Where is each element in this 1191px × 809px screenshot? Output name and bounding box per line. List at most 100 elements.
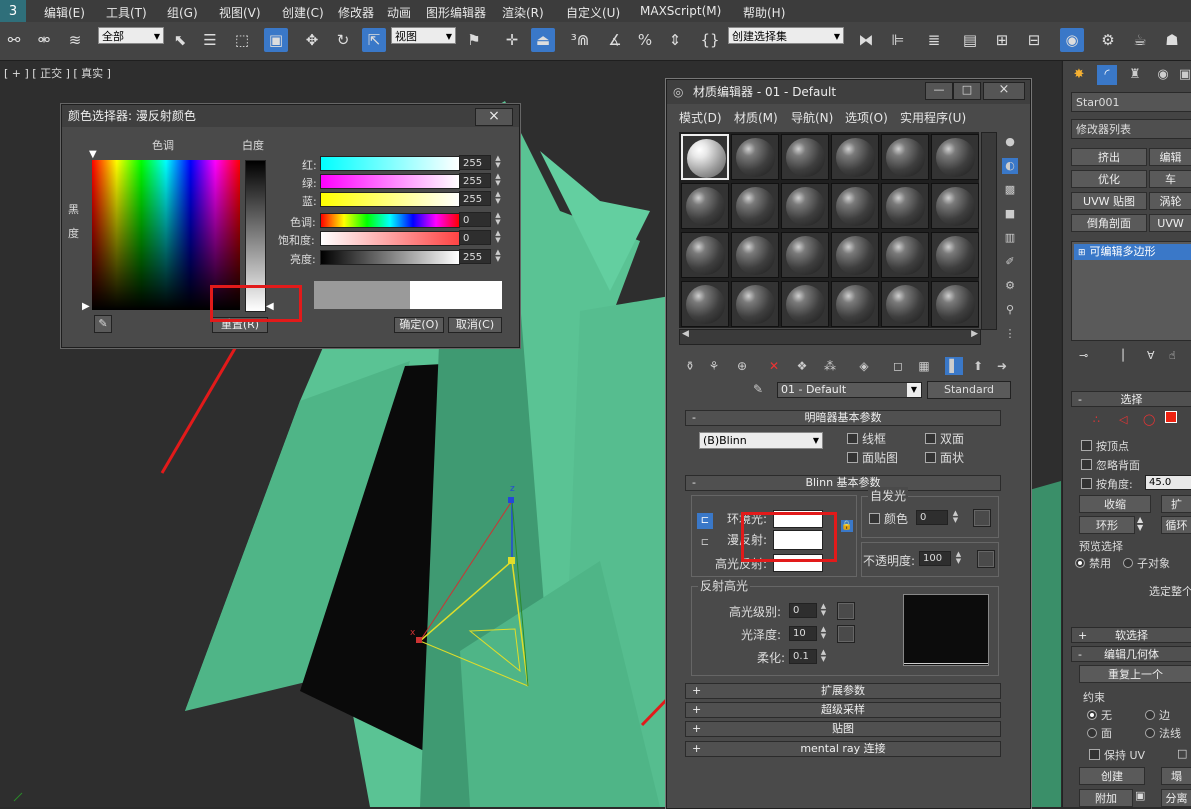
put-to-scene-icon[interactable]: ⚘ bbox=[705, 357, 723, 375]
preserve-uv-checkbox[interactable]: 保持 UV bbox=[1089, 747, 1145, 763]
put-to-library-icon[interactable]: ◈ bbox=[855, 357, 873, 375]
supersampling-rollout[interactable]: + 超级采样 bbox=[685, 702, 1001, 718]
uvw-map-button[interactable]: UVW 贴图 bbox=[1071, 192, 1147, 210]
angle-snap-icon[interactable]: ∡ bbox=[603, 28, 627, 52]
close-icon[interactable]: × bbox=[983, 82, 1025, 100]
value-slider[interactable] bbox=[320, 250, 460, 265]
menu-help[interactable]: 帮助(H) bbox=[743, 4, 785, 21]
spinner-icon[interactable]: ▲ ▼ bbox=[819, 603, 828, 618]
opacity-value[interactable]: 100 bbox=[919, 551, 951, 566]
self-illum-color-checkbox[interactable]: 颜色 bbox=[869, 510, 908, 527]
render-setup-icon[interactable]: ⚙ bbox=[1096, 28, 1120, 52]
constraint-none-radio[interactable]: 无 bbox=[1087, 707, 1112, 723]
ignore-backface-checkbox[interactable]: 忽略背面 bbox=[1081, 457, 1140, 473]
attach-button[interactable]: 附加 bbox=[1079, 789, 1133, 807]
blinn-params-rollout[interactable]: - Blinn 基本参数 bbox=[685, 475, 1001, 491]
spinner-icon[interactable]: ▲ ▼ bbox=[493, 155, 503, 170]
mental-ray-rollout[interactable]: + mental ray 连接 bbox=[685, 741, 1001, 757]
render-production-icon[interactable]: ☗ bbox=[1160, 28, 1184, 52]
border-mode-icon[interactable]: ◯ bbox=[1143, 413, 1155, 426]
menu-customize[interactable]: 自定义(U) bbox=[566, 4, 620, 21]
by-vertex-checkbox[interactable]: 按顶点 bbox=[1081, 438, 1129, 454]
blue-value[interactable]: 255 bbox=[459, 191, 491, 206]
material-navigator-icon[interactable]: ⋮ bbox=[1002, 326, 1018, 342]
opacity-map-button[interactable] bbox=[977, 550, 995, 568]
wire-checkbox[interactable]: 线框 bbox=[847, 430, 886, 447]
bind-space-warp-icon[interactable]: ≋ bbox=[63, 28, 87, 52]
menu-rendering[interactable]: 渲染(R) bbox=[502, 4, 544, 21]
green-slider[interactable] bbox=[320, 174, 460, 189]
menu-material[interactable]: 材质(M) bbox=[734, 109, 778, 126]
spinner-icon[interactable]: ▲ ▼ bbox=[493, 212, 503, 227]
rect-selection-icon[interactable]: ⬚ bbox=[230, 28, 254, 52]
keyboard-shortcut-icon[interactable]: ⏏ bbox=[531, 28, 555, 52]
sample-slot[interactable] bbox=[931, 232, 979, 278]
hue-value[interactable]: 0 bbox=[459, 212, 491, 227]
sample-slot[interactable] bbox=[731, 134, 779, 180]
sample-slot[interactable] bbox=[881, 232, 929, 278]
slots-scrollbar[interactable]: ◀ ▶ bbox=[679, 329, 981, 345]
optimize-button[interactable]: 优化 bbox=[1071, 170, 1147, 188]
lock-ambient-diffuse-icon[interactable]: ⊏ bbox=[697, 513, 713, 529]
rendered-frame-icon[interactable]: ☕ bbox=[1128, 28, 1152, 52]
go-to-parent-icon[interactable]: ⬆ bbox=[969, 357, 987, 375]
selection-rollout[interactable]: - 选择 bbox=[1071, 391, 1191, 407]
scale-icon[interactable]: ⇱ bbox=[362, 28, 386, 52]
select-manipulate-icon[interactable]: ✛ bbox=[500, 28, 524, 52]
percent-snap-icon[interactable]: % bbox=[633, 28, 657, 52]
menu-graph-editors[interactable]: 图形编辑器 bbox=[426, 4, 486, 21]
minimize-icon[interactable]: — bbox=[925, 82, 953, 100]
align-icon[interactable]: ⊫ bbox=[886, 28, 910, 52]
mirror-icon[interactable]: ⧓ bbox=[854, 28, 878, 52]
motion-tab-icon[interactable]: ◉ bbox=[1153, 65, 1173, 85]
spinner-icon[interactable]: ▲ ▼ bbox=[493, 249, 503, 264]
select-object-icon[interactable]: ⬉ bbox=[168, 28, 192, 52]
extended-params-rollout[interactable]: + 扩展参数 bbox=[685, 683, 1001, 699]
menu-create[interactable]: 创建(C) bbox=[282, 4, 324, 21]
material-name-field[interactable]: 01 - Default ▼ bbox=[777, 382, 922, 398]
sample-slot[interactable] bbox=[881, 281, 929, 327]
blue-slider[interactable] bbox=[320, 192, 460, 207]
specular-level-map-button[interactable] bbox=[837, 602, 855, 620]
turbosmooth-button[interactable]: 涡轮 bbox=[1149, 192, 1191, 210]
close-icon[interactable]: × bbox=[475, 108, 513, 126]
sample-slot[interactable] bbox=[881, 183, 929, 229]
preview-off-radio[interactable]: 禁用 bbox=[1075, 555, 1111, 571]
backlight-icon[interactable]: ◐ bbox=[1002, 158, 1018, 174]
create-button[interactable]: 创建 bbox=[1079, 767, 1145, 785]
menu-animation[interactable]: 动画 bbox=[387, 4, 411, 21]
saturation-value[interactable]: 0 bbox=[459, 230, 491, 245]
menu-group[interactable]: 组(G) bbox=[167, 4, 198, 21]
named-selection-dropdown[interactable]: 创建选择集 ▼ bbox=[728, 27, 844, 44]
shader-params-rollout[interactable]: - 明暗器基本参数 bbox=[685, 410, 1001, 426]
edit-named-sets-icon[interactable]: {} bbox=[698, 28, 722, 52]
sample-slot[interactable] bbox=[831, 183, 879, 229]
bevel-profile-button[interactable]: 倒角剖面 bbox=[1071, 214, 1147, 232]
red-value[interactable]: 255 bbox=[459, 155, 491, 170]
self-illum-value[interactable]: 0 bbox=[916, 510, 948, 525]
red-slider[interactable] bbox=[320, 156, 460, 171]
show-map-icon[interactable]: ▦ bbox=[915, 357, 933, 375]
window-crossing-icon[interactable]: ▣ bbox=[264, 28, 288, 52]
spinner-icon[interactable]: ▲ ▼ bbox=[819, 626, 828, 641]
constraint-edge-radio[interactable]: 边 bbox=[1145, 707, 1170, 723]
self-illum-map-button[interactable] bbox=[973, 509, 991, 527]
spinner-icon[interactable]: ▲ ▼ bbox=[493, 173, 503, 188]
modify-tab-icon[interactable]: ◜ bbox=[1097, 65, 1117, 85]
sample-slot[interactable] bbox=[881, 134, 929, 180]
scroll-left-icon[interactable]: ◀ bbox=[682, 329, 689, 339]
ring-button[interactable]: 环形 bbox=[1079, 516, 1135, 534]
sample-slot[interactable] bbox=[681, 183, 729, 229]
lathe-button[interactable]: 车 bbox=[1149, 170, 1191, 188]
chevron-down-icon[interactable]: ▼ bbox=[907, 383, 921, 397]
show-end-result-icon[interactable]: ▌ bbox=[945, 357, 963, 375]
shrink-button[interactable]: 收缩 bbox=[1079, 495, 1151, 513]
vertex-mode-icon[interactable]: ∴ bbox=[1093, 413, 1100, 426]
glossiness-map-button[interactable] bbox=[837, 625, 855, 643]
snaps-toggle-icon[interactable]: ³⋒ bbox=[568, 28, 592, 52]
saturation-slider[interactable] bbox=[320, 231, 460, 246]
menu-modifiers[interactable]: 修改器 bbox=[338, 4, 374, 21]
menu-utilities[interactable]: 实用程序(U) bbox=[900, 109, 966, 126]
edit-button[interactable]: 编辑 bbox=[1149, 148, 1191, 166]
menu-views[interactable]: 视图(V) bbox=[219, 4, 261, 21]
